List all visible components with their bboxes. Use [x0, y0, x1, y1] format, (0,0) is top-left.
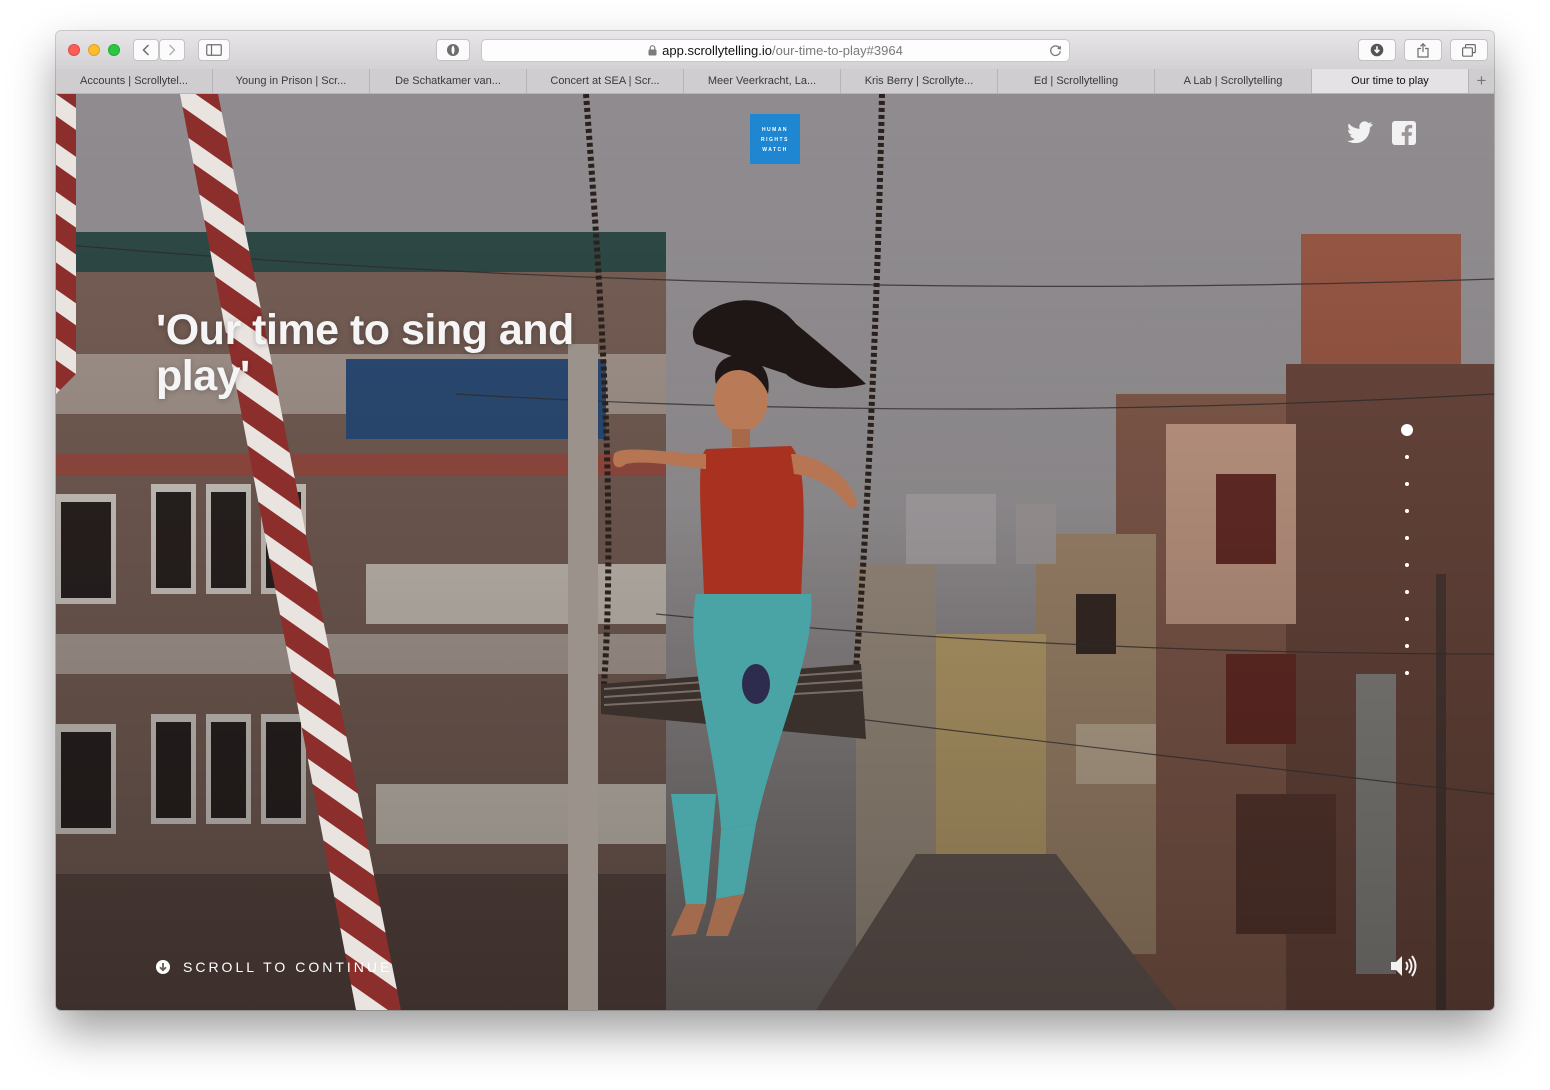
- tab-active[interactable]: Our time to play: [1312, 69, 1469, 93]
- close-window-button[interactable]: [68, 44, 80, 56]
- url-host: app.scrollytelling.io: [662, 43, 773, 58]
- browser-window: app.scrollytelling.io/our-time-to-play#3…: [56, 31, 1494, 1010]
- lock-icon: [648, 45, 657, 56]
- section-dot[interactable]: [1405, 563, 1409, 567]
- minimize-window-button[interactable]: [88, 44, 100, 56]
- chevron-left-icon: [142, 44, 150, 56]
- section-dot[interactable]: [1405, 671, 1409, 675]
- plus-icon: +: [1476, 71, 1487, 90]
- browser-toolbar: app.scrollytelling.io/our-time-to-play#3…: [56, 31, 1494, 70]
- tabs-icon: [1462, 43, 1476, 57]
- tab[interactable]: De Schatkamer van...: [370, 69, 527, 93]
- new-tab-button[interactable]: +: [1469, 69, 1494, 93]
- download-icon: [1370, 43, 1384, 57]
- speaker-icon[interactable]: [1389, 954, 1419, 978]
- tab[interactable]: Young in Prison | Scr...: [213, 69, 370, 93]
- logo-line: RIGHTS: [761, 137, 789, 143]
- section-dot[interactable]: [1405, 536, 1409, 540]
- url-path: /our-time-to-play#3964: [772, 43, 903, 58]
- reload-icon[interactable]: [1049, 44, 1062, 57]
- hrw-logo[interactable]: HUMAN RIGHTS WATCH: [750, 114, 800, 164]
- facebook-icon[interactable]: [1392, 121, 1416, 145]
- share-icon: [1417, 42, 1429, 58]
- arrow-down-circle-icon: [156, 960, 170, 974]
- share-button[interactable]: [1404, 39, 1442, 61]
- downloads-button[interactable]: [1358, 39, 1396, 61]
- twitter-icon[interactable]: [1347, 121, 1373, 143]
- scroll-cta-label: SCROLL TO CONTINUE: [183, 959, 393, 975]
- chevron-right-icon: [168, 44, 176, 56]
- page-content: HUMAN RIGHTS WATCH 'Our time to sing and…: [56, 94, 1494, 1010]
- section-dot[interactable]: [1405, 509, 1409, 513]
- tab-bar: Accounts | Scrollytel... Young in Prison…: [56, 69, 1494, 94]
- forward-button[interactable]: [159, 39, 185, 61]
- extension-button[interactable]: [436, 39, 470, 61]
- zoom-window-button[interactable]: [108, 44, 120, 56]
- section-dot[interactable]: [1405, 617, 1409, 621]
- back-button[interactable]: [133, 39, 159, 61]
- shield-icon: [447, 44, 459, 56]
- tab[interactable]: A Lab | Scrollytelling: [1155, 69, 1312, 93]
- section-dot[interactable]: [1405, 644, 1409, 648]
- section-dot[interactable]: [1405, 482, 1409, 486]
- address-bar[interactable]: app.scrollytelling.io/our-time-to-play#3…: [481, 39, 1070, 62]
- logo-line: WATCH: [762, 147, 788, 153]
- section-dot[interactable]: [1405, 590, 1409, 594]
- tab[interactable]: Accounts | Scrollytel...: [56, 69, 213, 93]
- tab[interactable]: Kris Berry | Scrollyte...: [841, 69, 998, 93]
- story-headline: 'Our time to sing and play': [156, 306, 574, 400]
- tab-overview-button[interactable]: [1450, 39, 1488, 61]
- sidebar-icon: [206, 44, 222, 56]
- hero-photo: [56, 94, 1494, 1010]
- tab[interactable]: Concert at SEA | Scr...: [527, 69, 684, 93]
- section-dot[interactable]: [1405, 455, 1409, 459]
- scroll-to-continue-button[interactable]: SCROLL TO CONTINUE: [156, 958, 392, 976]
- logo-line: HUMAN: [761, 127, 789, 133]
- section-dot-active[interactable]: [1401, 424, 1413, 436]
- tab[interactable]: Ed | Scrollytelling: [998, 69, 1155, 93]
- tab[interactable]: Meer Veerkracht, La...: [684, 69, 841, 93]
- sidebar-toggle-button[interactable]: [198, 39, 230, 61]
